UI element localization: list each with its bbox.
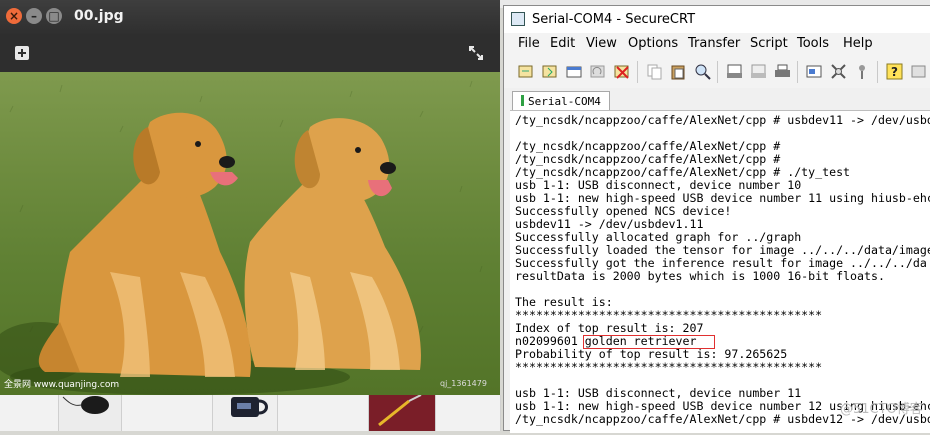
- global-options-icon[interactable]: [830, 63, 847, 80]
- fullscreen-icon[interactable]: [462, 39, 490, 67]
- thumbnail[interactable]: [436, 395, 501, 431]
- connect-icon[interactable]: [518, 63, 535, 80]
- minimize-icon[interactable]: –: [26, 8, 42, 24]
- disconnect-icon[interactable]: [614, 63, 631, 80]
- reconnect-icon[interactable]: [590, 63, 607, 80]
- tab-serial-com4[interactable]: Serial-COM4: [512, 91, 610, 111]
- thumbnail[interactable]: [278, 395, 369, 431]
- key-icon[interactable]: [854, 63, 871, 80]
- svg-text:?: ?: [891, 65, 898, 79]
- crt-window-title: Serial-COM4 - SecureCRT: [532, 12, 696, 27]
- print-screen-icon[interactable]: [726, 63, 743, 80]
- toolbar-separator: [717, 61, 718, 83]
- copy-icon[interactable]: [646, 63, 663, 80]
- session-options-icon[interactable]: [806, 63, 823, 80]
- print-icon[interactable]: [774, 63, 791, 80]
- toolbar-separator: [797, 61, 798, 83]
- toolbar-separator: [637, 61, 638, 83]
- viewer-toolbar: [0, 34, 500, 72]
- menu-file[interactable]: File: [518, 36, 540, 51]
- securecrt-window: Serial-COM4 - SecureCRT File Edit View O…: [503, 5, 930, 433]
- corner-watermark: @51CTO博客: [840, 402, 923, 417]
- image-viewer-window: × – □ 00.jpg 全景网 www.quanjing.com qj_136…: [0, 0, 500, 395]
- maximize-icon[interactable]: □: [46, 8, 62, 24]
- result-highlight-box: [583, 335, 715, 349]
- toolbar-separator: [877, 61, 878, 83]
- help-icon[interactable]: ?: [886, 63, 903, 80]
- menu-view[interactable]: View: [586, 36, 617, 51]
- about-icon[interactable]: [910, 63, 927, 80]
- tab-label: Serial-COM4: [528, 95, 601, 108]
- print-selection-icon[interactable]: [750, 63, 767, 80]
- photo-watermark: 全景网 www.quanjing.com: [4, 380, 120, 390]
- terminal-app-icon: [511, 12, 525, 26]
- thumbnail-strip: [0, 394, 501, 431]
- photo-id-watermark: qj_1361479: [440, 379, 487, 388]
- find-icon[interactable]: [694, 63, 711, 80]
- terminal-line: ****************************************…: [515, 360, 823, 374]
- menu-options[interactable]: Options: [628, 36, 678, 51]
- session-tab-bar: Serial-COM4: [504, 88, 930, 111]
- menu-bar: File Edit View Options Transfer Script T…: [504, 33, 930, 55]
- thumbnail-mouse[interactable]: [59, 395, 122, 431]
- crt-titlebar[interactable]: Serial-COM4 - SecureCRT: [504, 6, 930, 33]
- terminal-line: resultData is 2000 bytes which is 1000 1…: [515, 269, 885, 283]
- add-icon[interactable]: [8, 39, 36, 67]
- connected-indicator-icon: [521, 95, 524, 106]
- menu-tools[interactable]: Tools: [797, 36, 829, 51]
- terminal-line: /ty_ncsdk/ncappzoo/caffe/AlexNet/cpp # u…: [515, 113, 930, 127]
- menu-transfer[interactable]: Transfer: [688, 36, 740, 51]
- menu-script[interactable]: Script: [750, 36, 788, 51]
- connect-tab-icon[interactable]: [566, 63, 583, 80]
- quick-connect-icon[interactable]: [542, 63, 559, 80]
- menu-help[interactable]: Help: [843, 36, 873, 51]
- thumbnail-mug[interactable]: [213, 395, 278, 431]
- thumbnail[interactable]: [122, 395, 213, 431]
- viewer-title: 00.jpg: [74, 8, 124, 24]
- viewer-titlebar[interactable]: × – □ 00.jpg: [0, 0, 500, 34]
- terminal-output[interactable]: /ty_ncsdk/ncappzoo/caffe/AlexNet/cpp # u…: [510, 110, 930, 433]
- crt-toolbar: ?: [504, 55, 930, 89]
- thumbnail-screwdriver[interactable]: [369, 394, 436, 431]
- menu-edit[interactable]: Edit: [550, 36, 575, 51]
- thumbnail[interactable]: [0, 395, 59, 431]
- paste-icon[interactable]: [670, 63, 687, 80]
- close-icon[interactable]: ×: [6, 8, 22, 24]
- dog-photo: 全景网 www.quanjing.com qj_1361479: [0, 72, 500, 395]
